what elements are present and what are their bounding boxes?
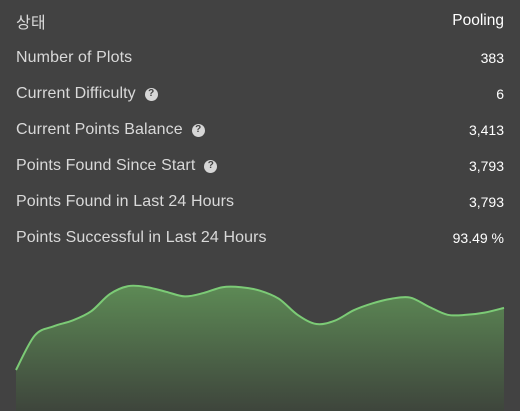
- stat-label: Points Successful in Last 24 Hours: [16, 229, 267, 246]
- stat-value: 3,793: [468, 194, 504, 210]
- status-value: Pooling: [452, 12, 504, 29]
- stat-value: 3,413: [468, 122, 504, 138]
- status-row: 상태 Pooling: [16, 9, 504, 33]
- stat-label: Current Points Balance: [16, 121, 183, 138]
- help-icon[interactable]: ?: [204, 159, 218, 173]
- stat-row-number-of-plots: Number of Plots 383: [16, 46, 504, 70]
- stat-value: 3,793: [468, 158, 504, 174]
- status-label: 상태: [16, 15, 46, 32]
- stat-row-current-difficulty: Current Difficulty ? 6: [16, 82, 504, 106]
- stat-label: Number of Plots: [16, 49, 133, 66]
- stat-row-points-found-since-start: Points Found Since Start ? 3,793: [16, 154, 504, 178]
- help-icon[interactable]: ?: [144, 87, 158, 101]
- stat-value: 6: [496, 86, 504, 102]
- sparkline-area: [16, 285, 504, 411]
- stat-label: Current Difficulty: [16, 85, 136, 102]
- pooling-status-panel: 상태 Pooling Number of Plots 383 Current D…: [0, 0, 520, 411]
- points-sparkline-chart: [15, 284, 505, 411]
- stat-row-points-successful-last-24h: Points Successful in Last 24 Hours 93.49…: [16, 226, 504, 250]
- stat-label: Points Found Since Start: [16, 157, 196, 174]
- stat-row-points-found-last-24h: Points Found in Last 24 Hours 3,793: [16, 190, 504, 214]
- stat-row-current-points-balance: Current Points Balance ? 3,413: [16, 118, 504, 142]
- stat-value: 383: [480, 50, 504, 66]
- help-icon[interactable]: ?: [191, 123, 205, 137]
- stat-value: 93.49 %: [452, 230, 504, 246]
- stat-label: Points Found in Last 24 Hours: [16, 193, 235, 210]
